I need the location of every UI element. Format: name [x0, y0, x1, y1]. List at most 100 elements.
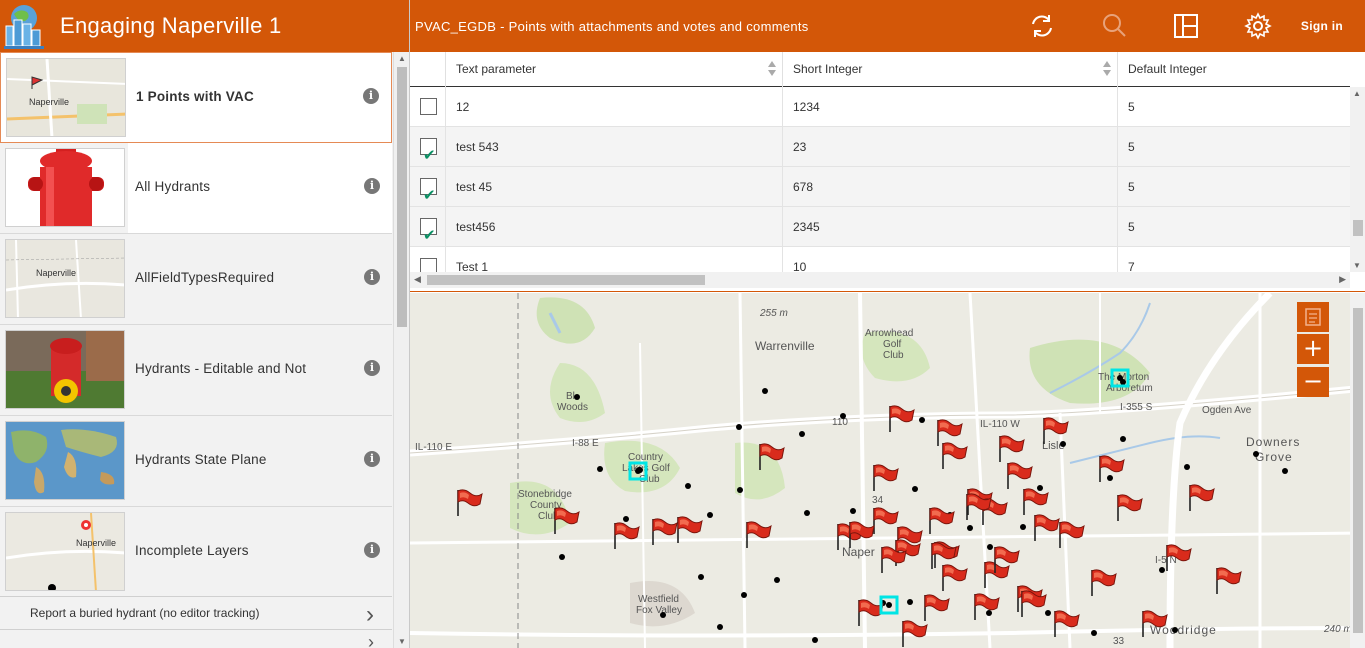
- info-icon[interactable]: i: [364, 360, 380, 376]
- place-label: Warrenville: [755, 339, 815, 353]
- road-label: IL-110 E: [415, 442, 452, 453]
- layer-label: Incomplete Layers: [135, 543, 249, 558]
- place-label: Naper: [842, 545, 875, 559]
- road-label: IL-110 W: [980, 419, 1020, 430]
- sort-icon[interactable]: [1103, 61, 1111, 77]
- layer-thumbnail-map: Naperville: [5, 239, 125, 318]
- scroll-down-icon[interactable]: ▼: [398, 637, 406, 646]
- search-icon[interactable]: [1098, 10, 1130, 42]
- info-icon[interactable]: i: [364, 178, 380, 194]
- place-label: Club: [883, 350, 904, 361]
- layer-item-hydrants-editable[interactable]: Hydrants - Editable and Not i: [0, 325, 392, 416]
- info-icon[interactable]: i: [364, 542, 380, 558]
- layer-item-all-field-types[interactable]: Naperville AllFieldTypesRequired i: [0, 234, 392, 325]
- layer-item-state-plane[interactable]: Hydrants State Plane i: [0, 416, 392, 507]
- layer-thumbnail-map: Naperville: [5, 512, 125, 591]
- place-label: Bl: [566, 391, 575, 402]
- place-label: Country: [628, 452, 663, 463]
- place-label: Golf: [883, 339, 902, 350]
- layer-list: Naperville 1 Points with VAC i All Hydra…: [0, 52, 392, 648]
- road-label: I-355 S: [1120, 402, 1153, 413]
- road-label: Ogden Ave: [1202, 405, 1252, 416]
- table-horizontal-scrollbar[interactable]: ◀ ▶: [410, 272, 1350, 288]
- layout-icon[interactable]: [1170, 10, 1202, 42]
- gear-icon[interactable]: [1242, 10, 1274, 42]
- layer-label: 1 Points with VAC: [136, 89, 254, 104]
- layer-list-scrollbar[interactable]: ▲ ▼: [393, 52, 409, 648]
- list-icon: [1305, 308, 1321, 326]
- next-link[interactable]: ›: [0, 632, 392, 648]
- scroll-down-icon[interactable]: ▼: [1353, 261, 1361, 270]
- scrollbar-thumb[interactable]: [397, 67, 407, 327]
- scroll-up-icon[interactable]: ▲: [1353, 89, 1361, 98]
- chevron-right-icon: ›: [368, 632, 374, 648]
- road-label: 110: [832, 417, 848, 428]
- report-link-label: Report a buried hydrant (no editor track…: [30, 606, 260, 620]
- road-label: I-88 E: [572, 438, 599, 449]
- table-row[interactable]: ✔ test 45 678 5: [410, 167, 1350, 207]
- legend-toggle-button[interactable]: [1297, 302, 1329, 332]
- place-label: Grove: [1255, 450, 1293, 464]
- row-checkbox[interactable]: ✔: [420, 138, 437, 164]
- row-checkbox[interactable]: [420, 98, 437, 115]
- map-view[interactable]: Warrenville Arrowhead Golf Club The Mort…: [410, 293, 1365, 648]
- place-label: Stonebridge: [518, 489, 572, 500]
- table-row[interactable]: ✔ test456 2345 5: [410, 207, 1350, 247]
- column-header-text-parameter[interactable]: Text parameter: [446, 52, 783, 87]
- elevation-label: 240 m: [1323, 624, 1352, 635]
- report-buried-hydrant-link[interactable]: Report a buried hydrant (no editor track…: [0, 596, 392, 630]
- sort-icon[interactable]: [768, 61, 776, 77]
- row-checkbox[interactable]: [420, 258, 437, 272]
- world-map-thumbnail: [5, 421, 125, 500]
- app-header: Engaging Naperville 1: [0, 0, 409, 52]
- svg-text:Naperville: Naperville: [36, 268, 76, 278]
- table-row[interactable]: Test 1 10 7: [410, 247, 1350, 272]
- road-label: 33: [1113, 636, 1125, 647]
- info-icon[interactable]: i: [364, 451, 380, 467]
- place-label: Fox Valley: [636, 605, 682, 616]
- scrollbar-thumb[interactable]: [1353, 308, 1363, 633]
- place-label: Downers: [1246, 435, 1300, 449]
- table-row[interactable]: ✔ test 543 23 5: [410, 127, 1350, 167]
- layer-item-points-with-vac[interactable]: Naperville 1 Points with VAC i: [0, 52, 392, 143]
- scrollbar-thumb[interactable]: [1353, 220, 1363, 236]
- info-icon[interactable]: i: [363, 88, 379, 104]
- svg-text:Naperville: Naperville: [76, 538, 116, 548]
- scroll-left-icon[interactable]: ◀: [414, 274, 421, 285]
- map-scrollbar[interactable]: [1350, 293, 1365, 648]
- column-header-short-integer[interactable]: Short Integer: [783, 52, 1118, 87]
- place-label: Arrowhead: [865, 328, 913, 339]
- hydrant-photo-thumbnail: [5, 330, 125, 409]
- row-checkbox[interactable]: ✔: [420, 178, 437, 204]
- zoom-out-button[interactable]: −: [1297, 367, 1329, 397]
- top-toolbar: PVAC_EGDB - Points with attachments and …: [410, 0, 1365, 52]
- layer-thumbnail-map: Naperville: [6, 58, 126, 137]
- refresh-icon[interactable]: [1026, 10, 1058, 42]
- row-checkbox[interactable]: ✔: [420, 218, 437, 244]
- table-vertical-scrollbar[interactable]: ▲ ▼: [1350, 87, 1365, 272]
- place-label: Westfield: [638, 594, 679, 605]
- scroll-right-icon[interactable]: ▶: [1339, 274, 1346, 285]
- column-header-default-integer[interactable]: Default Integer: [1118, 52, 1350, 87]
- table-row[interactable]: 12 1234 5: [410, 87, 1350, 127]
- road-label: 34: [872, 495, 884, 506]
- sign-in-button[interactable]: Sign in: [1301, 19, 1343, 33]
- chevron-right-icon: ›: [366, 601, 374, 628]
- app-logo-icon: [0, 0, 52, 52]
- elevation-label: 255 m: [759, 308, 788, 319]
- svg-text:Naperville: Naperville: [29, 97, 69, 107]
- zoom-in-button[interactable]: +: [1297, 334, 1329, 364]
- layer-item-all-hydrants[interactable]: All Hydrants i: [0, 143, 392, 234]
- layer-label: AllFieldTypesRequired: [135, 270, 275, 285]
- layer-panel: Engaging Naperville 1 Naperville 1 Point…: [0, 0, 410, 648]
- layer-label: Hydrants State Plane: [135, 452, 267, 467]
- info-icon[interactable]: i: [364, 269, 380, 285]
- basemap: Warrenville Arrowhead Golf Club The Mort…: [410, 293, 1365, 648]
- attribute-table: Text parameter Short Integer Default Int…: [410, 52, 1365, 292]
- layer-item-incomplete-layers[interactable]: Naperville Incomplete Layers i: [0, 507, 392, 598]
- layer-label: All Hydrants: [135, 179, 211, 194]
- place-label: Woods: [557, 402, 588, 413]
- scroll-up-icon[interactable]: ▲: [398, 54, 406, 63]
- scrollbar-thumb[interactable]: [427, 275, 705, 285]
- table-header: Text parameter Short Integer Default Int…: [410, 52, 1350, 87]
